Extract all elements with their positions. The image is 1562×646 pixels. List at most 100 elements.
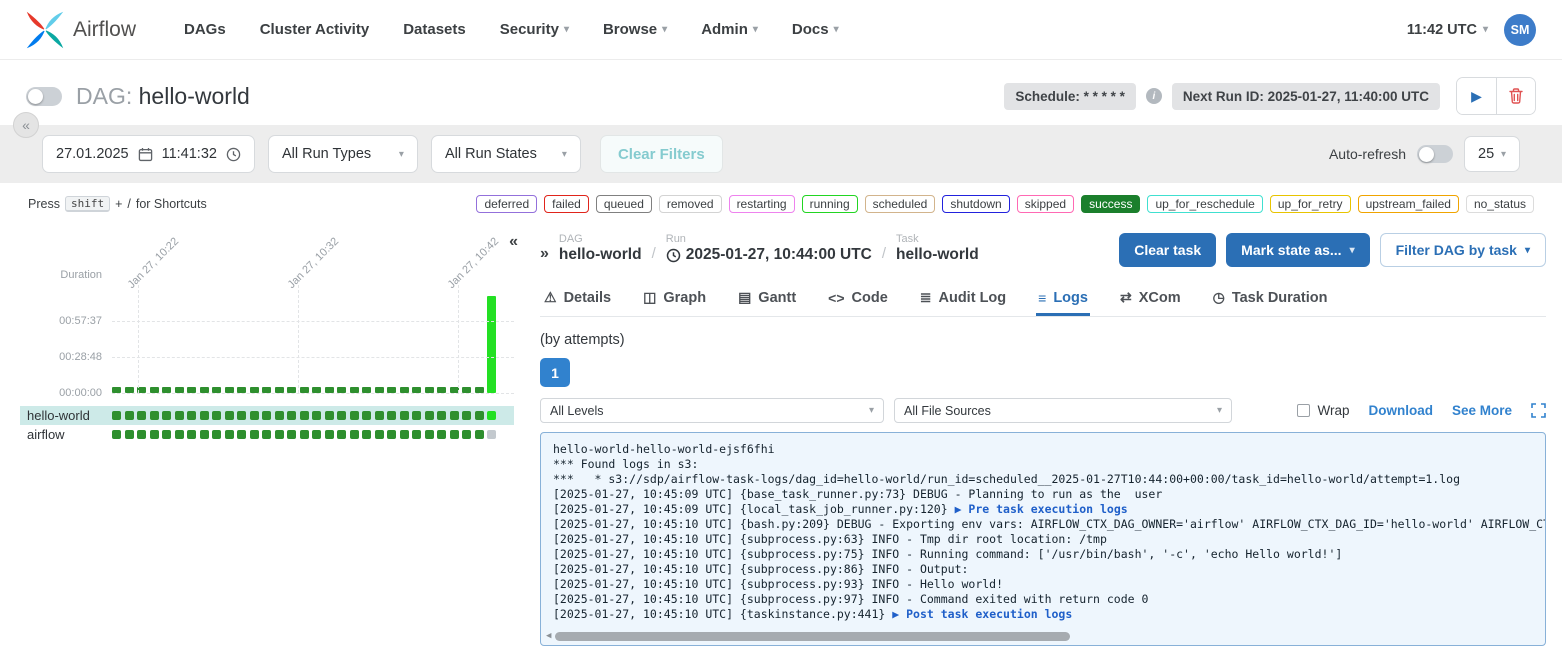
task-instance-cell[interactable] bbox=[450, 430, 459, 439]
page-size-select[interactable]: 25 ▾ bbox=[1464, 136, 1520, 172]
trigger-dag-button[interactable]: ▶ bbox=[1457, 78, 1496, 114]
legend-success[interactable]: success bbox=[1081, 195, 1140, 213]
expand-panel-icon[interactable]: » bbox=[540, 235, 549, 263]
task-instance-cell[interactable] bbox=[200, 430, 209, 439]
task-instance-cell[interactable] bbox=[462, 411, 471, 420]
task-instance-cell[interactable] bbox=[375, 430, 384, 439]
task-instance-cell[interactable] bbox=[487, 430, 496, 439]
task-instance-cell[interactable] bbox=[300, 430, 309, 439]
task-instance-cell[interactable] bbox=[437, 430, 446, 439]
task-label[interactable]: airflow bbox=[20, 427, 112, 442]
task-instance-cell[interactable] bbox=[425, 411, 434, 420]
task-instance-cell[interactable] bbox=[400, 411, 409, 420]
tab-audit-log[interactable]: ≣Audit Log bbox=[918, 283, 1008, 316]
task-instance-cell[interactable] bbox=[337, 430, 346, 439]
see-more-link[interactable]: See More bbox=[1452, 403, 1512, 418]
breadcrumb-task[interactable]: Task hello-world bbox=[896, 233, 979, 264]
task-instance-cell[interactable] bbox=[312, 411, 321, 420]
legend-no_status[interactable]: no_status bbox=[1466, 195, 1534, 213]
task-instance-cell[interactable] bbox=[362, 411, 371, 420]
task-instance-cell[interactable] bbox=[450, 411, 459, 420]
task-instance-cell[interactable] bbox=[337, 411, 346, 420]
dag-pause-toggle[interactable] bbox=[26, 87, 62, 106]
legend-queued[interactable]: queued bbox=[596, 195, 652, 213]
tab-task-duration[interactable]: ◷Task Duration bbox=[1211, 283, 1330, 316]
task-instance-cell[interactable] bbox=[162, 430, 171, 439]
task-instance-cell[interactable] bbox=[225, 411, 234, 420]
task-instance-cell[interactable] bbox=[287, 411, 296, 420]
task-instance-cell[interactable] bbox=[237, 430, 246, 439]
tab-xcom[interactable]: ⇄XCom bbox=[1118, 283, 1183, 316]
file-sources-select[interactable]: All File Sources ▾ bbox=[894, 398, 1232, 423]
log-group-toggle[interactable]: ▶ Pre task execution logs bbox=[955, 502, 1128, 516]
legend-skipped[interactable]: skipped bbox=[1017, 195, 1074, 213]
task-instance-cell[interactable] bbox=[400, 430, 409, 439]
task-instance-cell[interactable] bbox=[112, 411, 121, 420]
user-avatar[interactable]: SM bbox=[1504, 14, 1536, 46]
nav-item-admin[interactable]: Admin▾ bbox=[701, 21, 758, 38]
task-instance-cell[interactable] bbox=[412, 430, 421, 439]
log-levels-select[interactable]: All Levels ▾ bbox=[540, 398, 884, 423]
task-instance-cell[interactable] bbox=[162, 411, 171, 420]
task-instance-cell[interactable] bbox=[225, 430, 234, 439]
collapse-filters-icon[interactable]: « bbox=[13, 112, 39, 138]
task-instance-cell[interactable] bbox=[325, 430, 334, 439]
task-instance-cell[interactable] bbox=[237, 411, 246, 420]
task-instance-cell[interactable] bbox=[275, 411, 284, 420]
task-instance-cell[interactable] bbox=[387, 411, 396, 420]
scroll-left-icon[interactable]: ◀ bbox=[546, 629, 551, 644]
nav-item-browse[interactable]: Browse▾ bbox=[603, 21, 667, 38]
legend-restarting[interactable]: restarting bbox=[729, 195, 795, 213]
nav-item-dags[interactable]: DAGs bbox=[184, 21, 226, 38]
task-instance-cell[interactable] bbox=[287, 430, 296, 439]
timezone-dropdown[interactable]: 11:42 UTC ▾ bbox=[1407, 22, 1488, 38]
auto-refresh-toggle[interactable] bbox=[1417, 145, 1453, 163]
mark-state-button[interactable]: Mark state as... ▾ bbox=[1226, 233, 1369, 267]
task-instance-cell[interactable] bbox=[137, 411, 146, 420]
task-instance-cell[interactable] bbox=[150, 430, 159, 439]
dag-run-bar[interactable] bbox=[487, 296, 496, 393]
wrap-checkbox[interactable] bbox=[1297, 404, 1310, 417]
task-instance-cell[interactable] bbox=[487, 411, 496, 420]
nav-item-security[interactable]: Security▾ bbox=[500, 21, 569, 38]
delete-dag-button[interactable] bbox=[1496, 78, 1535, 114]
task-instance-cell[interactable] bbox=[350, 430, 359, 439]
wrap-toggle[interactable]: Wrap bbox=[1297, 403, 1349, 418]
task-instance-cell[interactable] bbox=[175, 430, 184, 439]
legend-removed[interactable]: removed bbox=[659, 195, 722, 213]
task-instance-cell[interactable] bbox=[250, 411, 259, 420]
task-instance-cell[interactable] bbox=[125, 430, 134, 439]
attempt-1-button[interactable]: 1 bbox=[540, 358, 570, 387]
task-instance-cell[interactable] bbox=[312, 430, 321, 439]
task-instance-cell[interactable] bbox=[212, 430, 221, 439]
task-instance-cell[interactable] bbox=[262, 430, 271, 439]
run-datetime-picker[interactable]: 27.01.2025 11:41:32 bbox=[42, 135, 255, 173]
nav-item-datasets[interactable]: Datasets bbox=[403, 21, 466, 38]
task-instance-cell[interactable] bbox=[325, 411, 334, 420]
tab-logs[interactable]: ≡Logs bbox=[1036, 283, 1090, 316]
tab-details[interactable]: ⚠Details bbox=[542, 283, 613, 316]
clear-filters-button[interactable]: Clear Filters bbox=[600, 135, 723, 173]
task-instance-cell[interactable] bbox=[375, 411, 384, 420]
legend-running[interactable]: running bbox=[802, 195, 858, 213]
breadcrumb-run[interactable]: Run 2025-01-27, 10:44:00 UTC bbox=[666, 233, 872, 264]
task-instance-cell[interactable] bbox=[187, 411, 196, 420]
task-instance-cell[interactable] bbox=[350, 411, 359, 420]
legend-scheduled[interactable]: scheduled bbox=[865, 195, 936, 213]
legend-failed[interactable]: failed bbox=[544, 195, 589, 213]
legend-upstream_failed[interactable]: upstream_failed bbox=[1358, 195, 1459, 213]
schedule-info-icon[interactable]: i bbox=[1146, 88, 1162, 104]
breadcrumb-dag[interactable]: DAG hello-world bbox=[559, 233, 642, 264]
task-instance-cell[interactable] bbox=[462, 430, 471, 439]
filter-dag-by-task-button[interactable]: Filter DAG by task ▾ bbox=[1380, 233, 1546, 267]
tab-gantt[interactable]: ▤Gantt bbox=[736, 283, 798, 316]
fullscreen-icon[interactable] bbox=[1531, 403, 1546, 418]
legend-shutdown[interactable]: shutdown bbox=[942, 195, 1009, 213]
log-output[interactable]: hello-world-hello-world-ejsf6fhi*** Foun… bbox=[540, 432, 1546, 646]
task-instance-cell[interactable] bbox=[300, 411, 309, 420]
legend-up_for_retry[interactable]: up_for_retry bbox=[1270, 195, 1351, 213]
tab-graph[interactable]: ◫Graph bbox=[641, 283, 708, 316]
task-instance-cell[interactable] bbox=[412, 411, 421, 420]
legend-deferred[interactable]: deferred bbox=[476, 195, 537, 213]
run-states-select[interactable]: All Run States ▾ bbox=[431, 135, 581, 173]
